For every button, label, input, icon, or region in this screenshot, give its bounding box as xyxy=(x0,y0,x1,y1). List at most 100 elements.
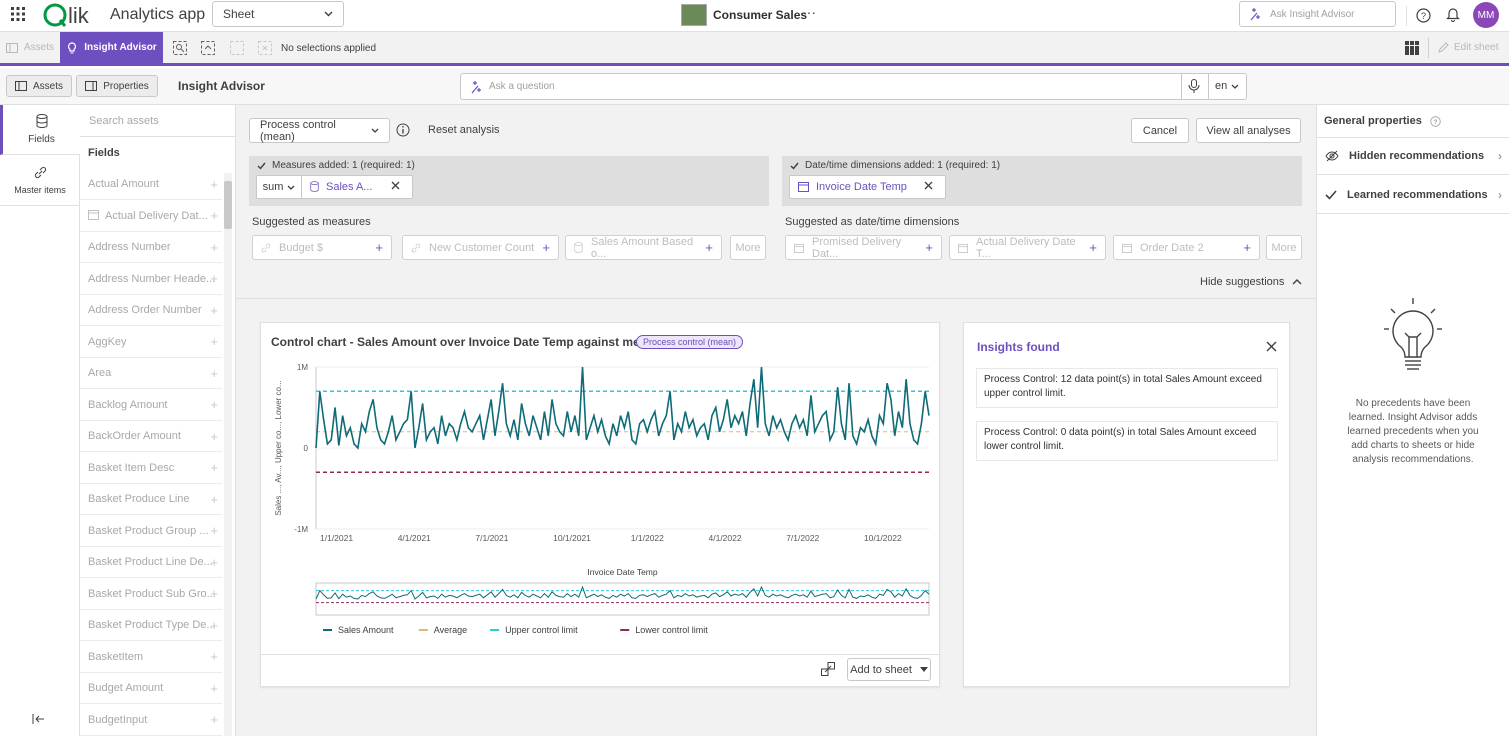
assets-tab[interactable]: Assets xyxy=(6,75,72,97)
reset-analysis-button[interactable]: Reset analysis xyxy=(428,124,500,136)
field-list-item[interactable]: Address Order Number + xyxy=(80,295,222,326)
field-list-item[interactable]: Basket Item Desc + xyxy=(80,453,222,484)
field-list-item[interactable]: AggKey + xyxy=(80,327,222,358)
close-icon[interactable] xyxy=(1266,341,1277,352)
help-icon[interactable]: ? xyxy=(1430,115,1441,127)
suggested-measure-chip[interactable]: Budget $ + xyxy=(252,235,392,260)
insight-item[interactable]: Process Control: 0 data point(s) in tota… xyxy=(976,421,1278,461)
search-assets-input[interactable]: Search assets xyxy=(80,105,236,137)
insight-advisor-toggle[interactable]: Insight Advisor xyxy=(60,32,163,63)
add-icon[interactable]: + xyxy=(925,240,933,255)
add-icon[interactable]: + xyxy=(210,586,218,601)
info-icon[interactable] xyxy=(396,123,410,137)
dimension-name[interactable]: Invoice Date Temp xyxy=(816,181,907,193)
add-icon[interactable]: + xyxy=(210,177,218,192)
add-icon[interactable]: + xyxy=(210,523,218,538)
add-icon[interactable]: + xyxy=(705,240,713,255)
suggested-dim-chip[interactable]: Actual Delivery Date T... + xyxy=(949,235,1106,260)
analysis-type-select[interactable]: Process control (mean) xyxy=(249,118,390,143)
add-icon[interactable]: + xyxy=(210,208,218,223)
field-list-item[interactable]: BackOrder Amount + xyxy=(80,421,222,452)
help-icon[interactable]: ? xyxy=(1415,7,1431,23)
collapse-icon[interactable] xyxy=(32,713,46,725)
expand-icon[interactable] xyxy=(821,662,835,676)
field-list-item[interactable]: BasketItem + xyxy=(80,642,222,673)
suggested-measure-chip[interactable]: New Customer Count + xyxy=(402,235,559,260)
suggested-measure-chip[interactable]: Sales Amount Based o... + xyxy=(565,235,722,260)
add-icon[interactable]: + xyxy=(375,240,383,255)
smart-search-icon[interactable] xyxy=(173,41,187,55)
aggregation-select[interactable]: sum xyxy=(257,176,302,198)
add-icon[interactable]: + xyxy=(210,618,218,633)
control-chart[interactable]: 1M 0 -1M Sales ..., Av..., Upper co..., Low… xyxy=(261,359,939,649)
field-list-item[interactable]: Address Number + xyxy=(80,232,222,263)
add-icon[interactable]: + xyxy=(210,240,218,255)
field-list-item[interactable]: Basket Product Type De... + xyxy=(80,610,222,641)
add-icon[interactable]: + xyxy=(210,555,218,570)
learned-recommendations-item[interactable]: Learned recommendations › xyxy=(1317,176,1509,214)
field-list-item[interactable]: Basket Product Group ... + xyxy=(80,516,222,547)
lasso-select-icon[interactable] xyxy=(201,41,215,55)
add-icon[interactable]: + xyxy=(210,397,218,412)
close-icon[interactable] xyxy=(391,181,400,190)
add-icon[interactable]: + xyxy=(1089,240,1097,255)
field-list-item[interactable]: Basket Product Line De... + xyxy=(80,547,222,578)
measure-name[interactable]: Sales A... xyxy=(326,181,372,193)
more-dims-button[interactable]: More xyxy=(1266,235,1302,260)
suggested-dim-chip[interactable]: Order Date 2 + xyxy=(1113,235,1260,260)
field-list-item[interactable]: Basket Product Sub Gro... + xyxy=(80,579,222,610)
add-icon[interactable]: + xyxy=(210,492,218,507)
close-icon[interactable] xyxy=(924,181,933,190)
add-icon[interactable]: + xyxy=(210,649,218,664)
add-icon[interactable]: + xyxy=(210,681,218,696)
more-measures-button[interactable]: More xyxy=(730,235,766,260)
field-list-item[interactable]: Budget Amount + xyxy=(80,673,222,704)
field-name: Area xyxy=(88,367,112,379)
grid-layout-icon[interactable] xyxy=(1405,41,1419,55)
field-list-item[interactable]: BudgetInput + xyxy=(80,705,222,736)
suggested-dim-label: Promised Delivery Dat... xyxy=(812,235,902,260)
add-icon[interactable]: + xyxy=(210,366,218,381)
rail-fields[interactable]: Fields xyxy=(0,105,80,155)
scrollbar[interactable] xyxy=(224,173,232,736)
scrollbar-thumb[interactable] xyxy=(224,181,232,229)
add-icon[interactable]: + xyxy=(210,712,218,727)
add-icon[interactable]: + xyxy=(542,240,550,255)
edit-sheet-button[interactable]: Edit sheet xyxy=(1438,42,1498,53)
ask-question-input[interactable]: Ask a question en xyxy=(460,73,1247,100)
ask-insight-advisor-input[interactable]: Ask Insight Advisor xyxy=(1239,1,1396,27)
add-to-sheet-button[interactable]: Add to sheet xyxy=(847,658,931,681)
add-icon[interactable]: + xyxy=(1243,240,1251,255)
insight-advisor-toggle-label: Insight Advisor xyxy=(84,42,157,53)
add-icon[interactable]: + xyxy=(210,334,218,349)
field-list-item[interactable]: Basket Produce Line + xyxy=(80,484,222,515)
more-icon[interactable]: ··· xyxy=(802,4,816,20)
insight-item[interactable]: Process Control: 12 data point(s) in tot… xyxy=(976,368,1278,408)
field-list-item[interactable]: Area + xyxy=(80,358,222,389)
suggested-dim-chip[interactable]: Promised Delivery Dat... + xyxy=(785,235,942,260)
qlik-logo[interactable]: lik xyxy=(43,1,99,29)
assets-toggle[interactable]: Assets xyxy=(6,42,54,53)
cancel-button[interactable]: Cancel xyxy=(1131,118,1189,143)
app-grid-icon[interactable] xyxy=(10,6,26,22)
add-icon[interactable]: + xyxy=(210,429,218,444)
add-icon[interactable]: + xyxy=(210,271,218,286)
field-list-item[interactable]: Actual Amount + xyxy=(80,169,222,200)
add-icon[interactable]: + xyxy=(210,460,218,475)
properties-tab[interactable]: Properties xyxy=(76,75,158,97)
divider xyxy=(1428,38,1429,58)
rail-master-items[interactable]: Master items xyxy=(0,156,80,206)
field-list-item[interactable]: Actual Delivery Dat... + xyxy=(80,201,222,232)
view-all-analyses-button[interactable]: View all analyses xyxy=(1196,118,1301,143)
field-list-item[interactable]: Address Number Heade... + xyxy=(80,264,222,295)
add-icon[interactable]: + xyxy=(210,303,218,318)
hidden-recommendations-item[interactable]: Hidden recommendations › xyxy=(1317,137,1509,175)
language-select[interactable]: en xyxy=(1215,80,1239,92)
sheet-select[interactable]: Sheet xyxy=(212,1,344,27)
avatar[interactable]: MM xyxy=(1473,2,1499,28)
microphone-icon[interactable] xyxy=(1188,79,1200,94)
bell-icon[interactable] xyxy=(1445,6,1461,22)
field-list-item[interactable]: Backlog Amount + xyxy=(80,390,222,421)
field-name: Basket Product Sub Gro... xyxy=(88,587,216,600)
hide-suggestions-button[interactable]: Hide suggestions xyxy=(1200,276,1302,288)
